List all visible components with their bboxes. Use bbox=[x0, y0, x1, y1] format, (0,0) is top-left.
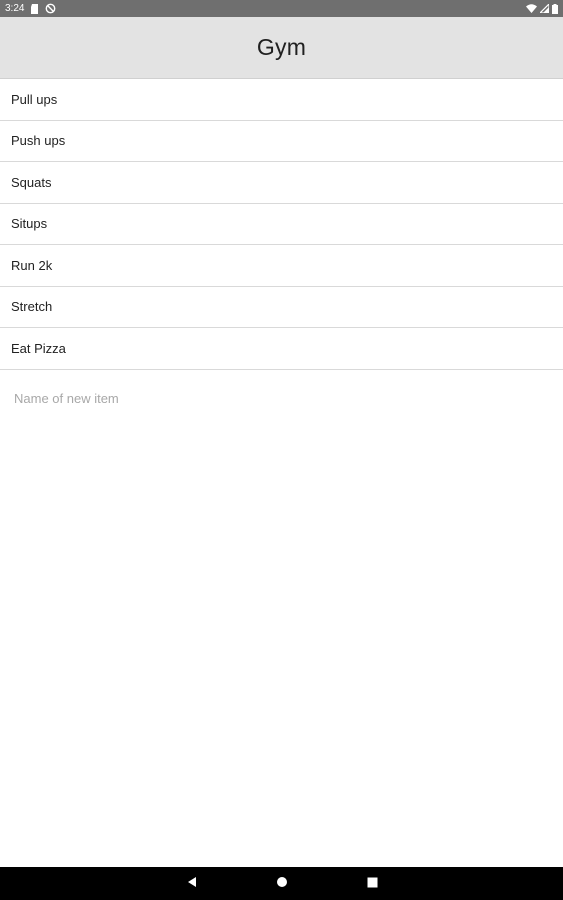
wifi-icon bbox=[526, 4, 537, 13]
status-time: 3:24 bbox=[5, 3, 25, 14]
page-title: Gym bbox=[256, 34, 307, 60]
new-item-input[interactable] bbox=[14, 390, 534, 406]
list-item-label: Run 2k bbox=[11, 257, 53, 273]
sd-card-icon bbox=[30, 3, 39, 14]
list-item[interactable]: Push ups bbox=[0, 121, 563, 162]
no-sync-icon bbox=[45, 3, 56, 14]
home-icon bbox=[276, 875, 288, 893]
app-bar: Gym bbox=[0, 17, 563, 79]
home-button[interactable] bbox=[262, 867, 302, 900]
back-icon bbox=[186, 875, 198, 893]
list-item-label: Pull ups bbox=[11, 91, 58, 107]
list-item[interactable]: Run 2k bbox=[0, 245, 563, 287]
list-item-label: Push ups bbox=[11, 133, 66, 149]
new-item-row bbox=[0, 378, 563, 418]
exercise-list: Pull ups Push ups Squats Situps Run 2k S… bbox=[0, 79, 563, 370]
list-item-label: Stretch bbox=[11, 299, 53, 315]
list-item[interactable]: Situps bbox=[0, 204, 563, 245]
recents-button[interactable] bbox=[352, 867, 392, 900]
status-left: 3:24 bbox=[5, 3, 56, 14]
list-item[interactable]: Stretch bbox=[0, 287, 563, 328]
list-item[interactable]: Eat Pizza bbox=[0, 328, 563, 370]
navigation-bar bbox=[0, 867, 563, 900]
recents-icon bbox=[367, 875, 378, 893]
back-button[interactable] bbox=[172, 867, 212, 900]
status-bar: 3:24 bbox=[0, 0, 563, 17]
list-item-label: Eat Pizza bbox=[11, 340, 66, 356]
status-right bbox=[526, 3, 558, 14]
list-item-label: Situps bbox=[11, 216, 48, 232]
list-item-label: Squats bbox=[11, 174, 52, 190]
list-item[interactable]: Squats bbox=[0, 162, 563, 204]
battery-icon bbox=[552, 3, 558, 14]
signal-icon bbox=[540, 4, 549, 13]
list-item[interactable]: Pull ups bbox=[0, 79, 563, 121]
